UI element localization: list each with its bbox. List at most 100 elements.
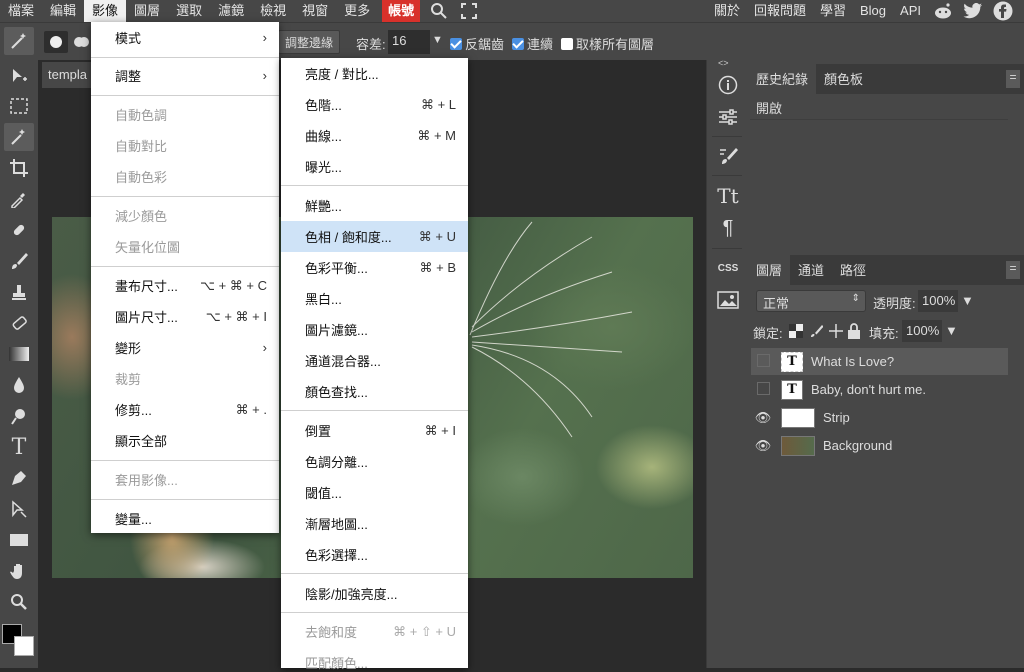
gradient-tool-icon[interactable] (4, 340, 34, 368)
menu-item-adjust[interactable]: 調整 › (91, 60, 279, 91)
contiguous-checkbox[interactable]: 連續 (512, 34, 553, 53)
tab-swatches[interactable]: 顏色板 (816, 63, 871, 94)
eye-icon[interactable]: 👁 (751, 410, 775, 426)
layer-row[interactable]: 👁 Background (751, 432, 1008, 459)
opacity-dropdown-icon[interactable]: ▼ (961, 293, 974, 308)
menu-item-mode[interactable]: 模式 › (91, 22, 279, 53)
selection-mode-add-icon[interactable] (70, 31, 92, 53)
menu-item-curves[interactable]: 曲線... ⌘ + M (281, 120, 468, 151)
menu-item-brightness-contrast[interactable]: 亮度 / 對比... (281, 58, 468, 89)
background-color-swatch[interactable] (14, 636, 34, 656)
menu-api[interactable]: API (893, 0, 928, 22)
image-icon[interactable] (707, 285, 749, 315)
history-entry[interactable]: 開啟 (750, 94, 1008, 120)
css-icon[interactable]: CSS (707, 253, 749, 283)
menu-item-threshold[interactable]: 閾值... (281, 477, 468, 508)
pen-tool-icon[interactable] (4, 464, 34, 492)
twitter-icon[interactable] (962, 0, 984, 22)
search-icon[interactable] (428, 0, 450, 22)
menu-item-posterize[interactable]: 色調分離... (281, 446, 468, 477)
move-tool-icon[interactable] (4, 62, 34, 90)
tab-layers[interactable]: 圖層 (748, 254, 791, 285)
properties-icon[interactable] (707, 102, 749, 132)
menu-blog[interactable]: Blog (853, 0, 893, 22)
layer-row[interactable]: T What Is Love? (751, 348, 1008, 375)
marquee-tool-icon[interactable] (4, 92, 34, 120)
layer-row[interactable]: T Baby, don't hurt me. (751, 376, 1008, 403)
blur-tool-icon[interactable] (4, 371, 34, 399)
tolerance-dropdown-icon[interactable]: ▼ (432, 34, 443, 46)
menu-about[interactable]: 關於 (707, 0, 747, 22)
menu-learn[interactable]: 學習 (813, 0, 853, 22)
menu-image[interactable]: 影像 (84, 0, 127, 22)
paragraph-icon[interactable]: ¶ (707, 213, 749, 243)
panel-menu-button[interactable]: = (1006, 70, 1020, 88)
eyedropper-tool-icon[interactable] (4, 185, 34, 213)
blend-mode-select[interactable]: 正常 ⇕ (756, 290, 866, 312)
layer-visibility-toggle[interactable] (751, 382, 775, 398)
tab-paths[interactable]: 路徑 (832, 254, 874, 285)
menu-edit[interactable]: 編輯 (42, 0, 84, 22)
menu-item-channel-mixer[interactable]: 通道混合器... (281, 345, 468, 376)
hand-tool-icon[interactable] (4, 557, 34, 585)
healing-tool-icon[interactable] (4, 216, 34, 244)
menu-item-transform[interactable]: 變形 › (91, 332, 279, 363)
menu-report-issue[interactable]: 回報問題 (747, 0, 813, 22)
character-icon[interactable]: Tt (707, 181, 749, 211)
lock-pixels-icon[interactable] (809, 324, 824, 341)
menu-item-photo-filter[interactable]: 圖片濾鏡... (281, 314, 468, 345)
menu-layer[interactable]: 圖層 (126, 0, 168, 22)
menu-item-trim[interactable]: 修剪... ⌘ + . (91, 394, 279, 425)
refine-edge-button[interactable]: 調整邊緣 (278, 30, 341, 54)
menu-file[interactable]: 檔案 (0, 0, 42, 22)
menu-item-variables[interactable]: 變量... (91, 503, 279, 534)
lock-all-icon[interactable] (847, 323, 861, 342)
menu-item-shadows-highlights[interactable]: 陰影/加強亮度... (281, 578, 468, 609)
fill-dropdown-icon[interactable]: ▼ (945, 323, 958, 338)
reddit-icon[interactable] (932, 0, 954, 22)
layers-menu-button[interactable]: = (1006, 261, 1020, 279)
menu-item-vibrance[interactable]: 鮮艷... (281, 190, 468, 221)
menu-item-color-lookup[interactable]: 顏色查找... (281, 376, 468, 407)
layer-row[interactable]: 👁 Strip (751, 404, 1008, 431)
menu-view[interactable]: 檢視 (252, 0, 294, 22)
stamp-tool-icon[interactable] (4, 278, 34, 306)
magic-wand-icon[interactable] (4, 123, 34, 151)
tab-channels[interactable]: 通道 (790, 254, 832, 285)
selection-mode-new-icon[interactable] (44, 31, 68, 53)
eraser-tool-icon[interactable] (4, 309, 34, 337)
shape-tool-icon[interactable] (4, 526, 34, 554)
menu-item-image-size[interactable]: 圖片尺寸... ⌥ + ⌘ + I (91, 301, 279, 332)
layer-visibility-toggle[interactable] (751, 354, 775, 370)
crop-tool-icon[interactable] (4, 154, 34, 182)
menu-item-invert[interactable]: 倒置 ⌘ + I (281, 415, 468, 446)
menu-item-black-white[interactable]: 黑白... (281, 283, 468, 314)
zoom-tool-icon[interactable] (4, 588, 34, 616)
fullscreen-icon[interactable] (458, 0, 480, 22)
dodge-tool-icon[interactable] (4, 402, 34, 430)
menu-item-canvas-size[interactable]: 畫布尺寸... ⌥ + ⌘ + C (91, 270, 279, 301)
lock-position-icon[interactable] (829, 324, 843, 341)
magic-wand-tool-icon[interactable] (4, 27, 34, 55)
menu-item-levels[interactable]: 色階... ⌘ + L (281, 89, 468, 120)
menu-select[interactable]: 選取 (168, 0, 210, 22)
menu-item-gradient-map[interactable]: 漸層地圖... (281, 508, 468, 539)
menu-filter[interactable]: 濾鏡 (210, 0, 252, 22)
document-tab[interactable]: templa (42, 62, 92, 88)
menu-item-color-balance[interactable]: 色彩平衡... ⌘ + B (281, 252, 468, 283)
menu-item-reveal-all[interactable]: 顯示全部 (91, 425, 279, 456)
menu-item-hue-saturation[interactable]: 色相 / 飽和度... ⌘ + U (281, 221, 468, 252)
sample-all-layers-checkbox[interactable]: 取樣所有圖層 (561, 34, 654, 53)
menu-account[interactable]: 帳號 (382, 0, 421, 22)
facebook-icon[interactable] (992, 0, 1014, 22)
menu-item-exposure[interactable]: 曝光... (281, 151, 468, 182)
path-select-tool-icon[interactable] (4, 495, 34, 523)
antialias-checkbox[interactable]: 反鋸齒 (450, 34, 504, 53)
info-icon[interactable] (707, 70, 749, 100)
lock-transparency-icon[interactable] (789, 324, 803, 341)
menu-more[interactable]: 更多 (336, 0, 378, 22)
brush-settings-icon[interactable] (707, 141, 749, 171)
opacity-input[interactable]: 100% (918, 290, 958, 312)
tab-history[interactable]: 歷史紀錄 (748, 63, 817, 94)
tolerance-input[interactable]: 16 (388, 30, 430, 54)
